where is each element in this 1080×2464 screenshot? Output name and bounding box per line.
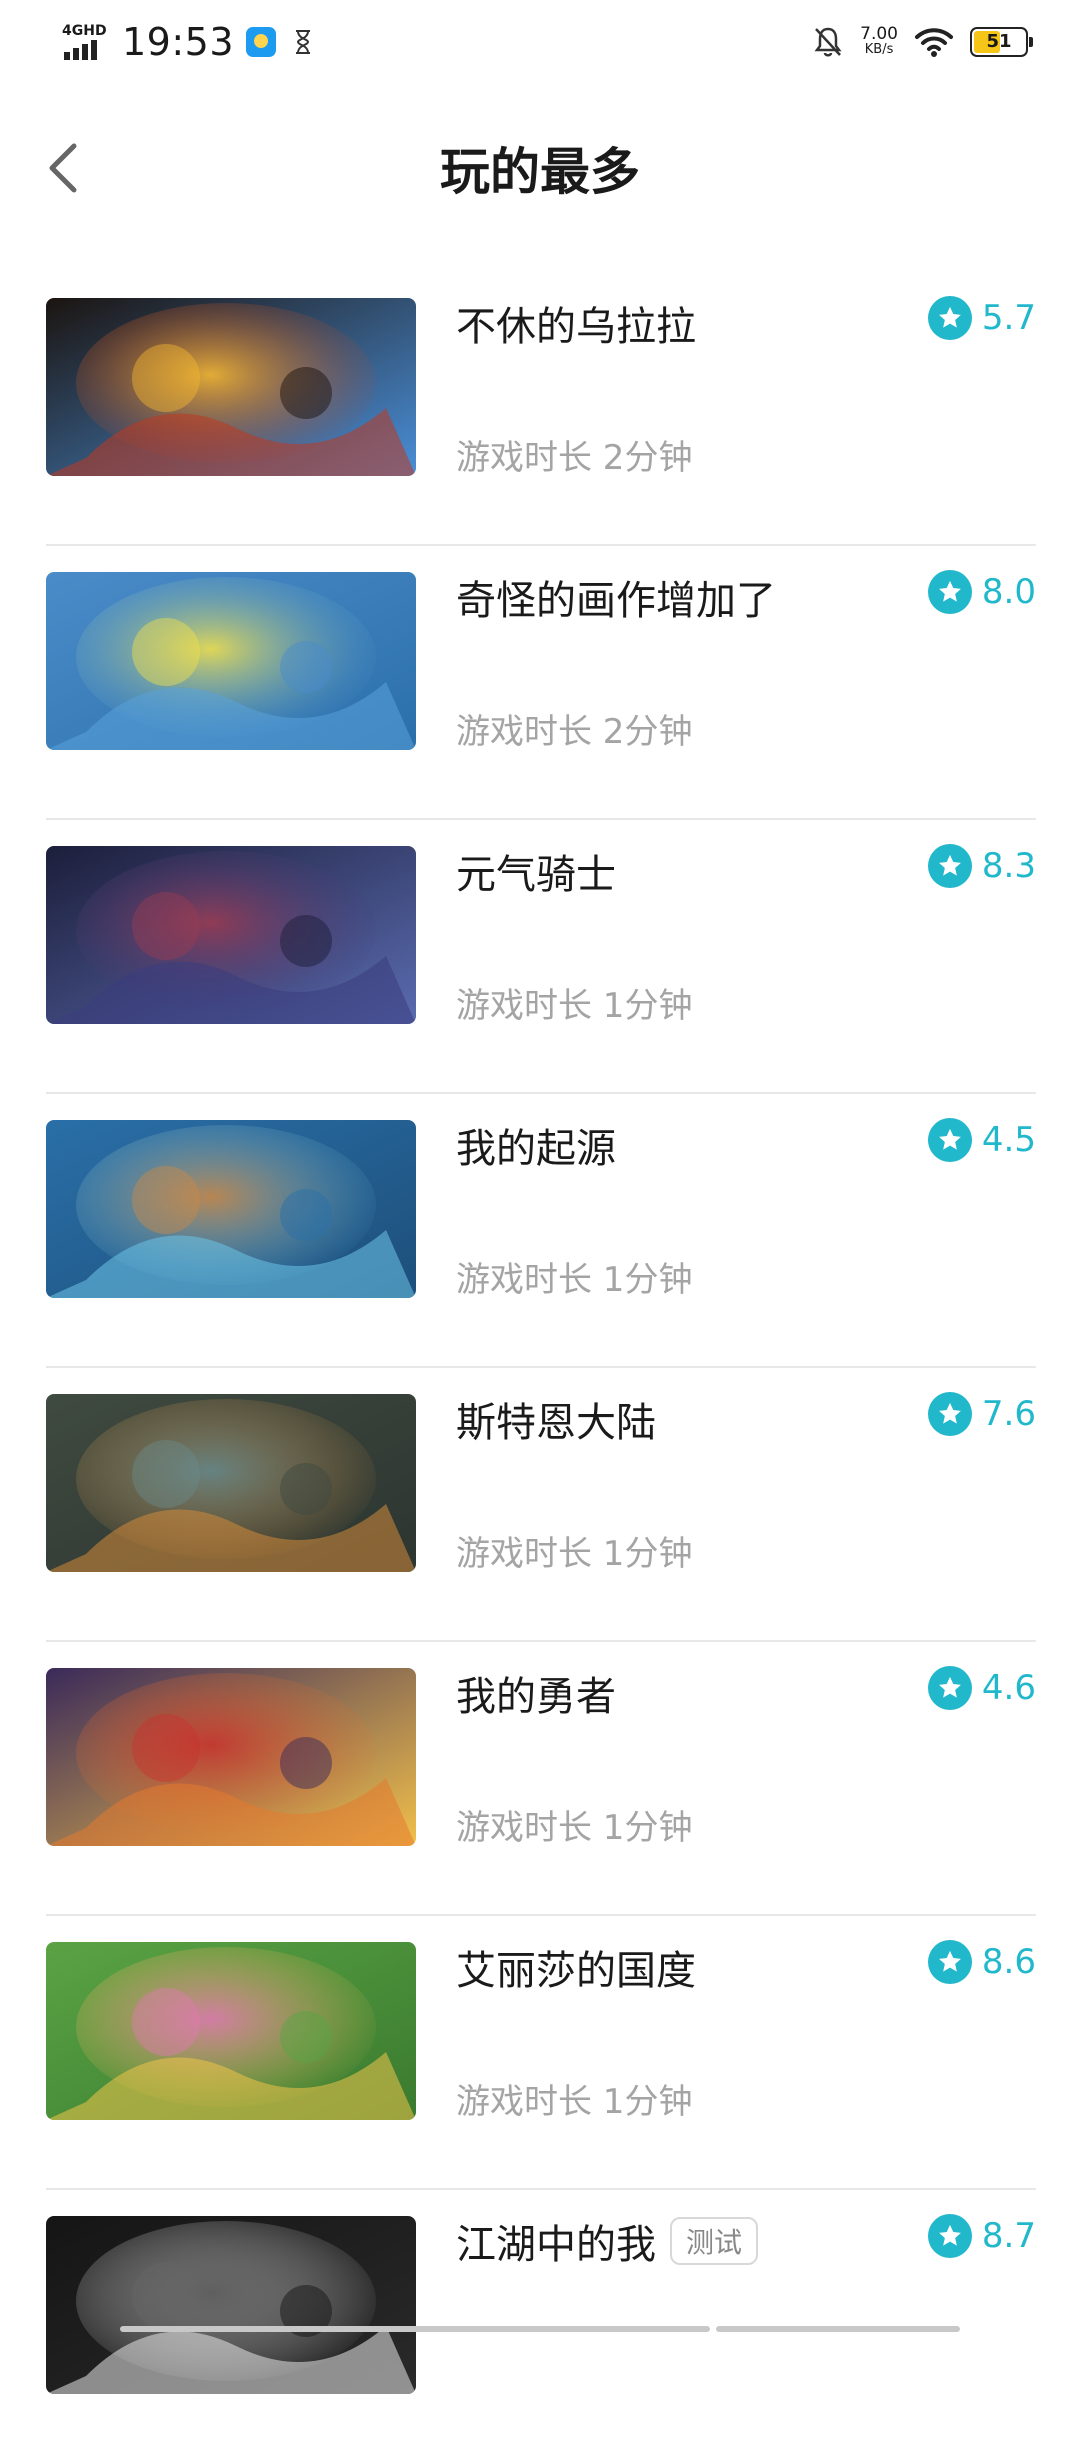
game-thumbnail[interactable] — [46, 2216, 416, 2394]
game-name: 斯特恩大陆 — [456, 1400, 656, 1446]
rating-score: 4.5 — [981, 1120, 1036, 1160]
rating-score: 8.3 — [981, 846, 1036, 886]
play-duration: 游戏时长 2分钟 — [456, 438, 693, 478]
status-right: 7.00 KB/s 51 — [812, 20, 1033, 64]
list-item[interactable]: 元气骑士 8.3 游戏时长 1分钟 — [0, 820, 1080, 1094]
game-thumbnail[interactable] — [46, 1394, 416, 1572]
clock: 19:53 — [122, 20, 235, 64]
star-icon — [927, 570, 972, 614]
bell-muted-icon — [814, 27, 842, 57]
star-icon — [927, 1118, 972, 1162]
speed-unit: KB/s — [864, 42, 894, 57]
name-row: 斯特恩大陆 — [456, 1390, 656, 1448]
game-name: 元气骑士 — [456, 852, 616, 898]
rating-score: 8.7 — [981, 2216, 1036, 2256]
rating: 8.3 — [927, 844, 1036, 888]
rating-score: 8.0 — [981, 572, 1036, 612]
game-thumbnail[interactable] — [46, 1668, 416, 1846]
play-duration: 游戏时长 1分钟 — [456, 1534, 693, 1574]
list-item[interactable]: 不休的乌拉拉 5.7 游戏时长 2分钟 — [0, 272, 1080, 546]
rating-score: 4.6 — [981, 1668, 1036, 1708]
name-row: 不休的乌拉拉 — [456, 294, 696, 352]
signal-icon: 4GHD — [60, 22, 112, 62]
list-item[interactable]: 我的起源 4.5 游戏时长 1分钟 — [0, 1094, 1080, 1368]
star-icon — [927, 1940, 972, 1984]
status-left: 4GHD 19:53 — [60, 18, 314, 66]
play-duration: 游戏时长 1分钟 — [456, 1260, 693, 1300]
star-icon — [927, 1666, 972, 1710]
name-row: 我的勇者 — [456, 1664, 616, 1722]
speed-value: 7.00 — [860, 24, 898, 44]
rating: 7.6 — [927, 1392, 1036, 1436]
play-duration: 游戏时长 1分钟 — [456, 986, 693, 1026]
game-name: 我的起源 — [456, 1126, 616, 1172]
network-speed: 7.00 KB/s — [860, 26, 898, 58]
star-icon — [927, 844, 972, 888]
battery-icon: 51 — [970, 27, 1033, 57]
app-notification-icon — [246, 27, 277, 57]
game-thumbnail[interactable] — [46, 298, 416, 476]
rating-score: 5.7 — [981, 298, 1036, 338]
name-row: 元气骑士 — [456, 842, 616, 900]
rating-score: 7.6 — [981, 1394, 1036, 1434]
play-duration: 游戏时长 1分钟 — [456, 1808, 693, 1848]
status-bar: 4GHD 19:53 7.00 KB/s 51 — [0, 0, 1080, 84]
battery-level: 51 — [986, 31, 1012, 52]
list-item[interactable]: 奇怪的画作增加了 8.0 游戏时长 2分钟 — [0, 546, 1080, 820]
rating: 8.7 — [927, 2214, 1036, 2258]
game-name: 不休的乌拉拉 — [456, 304, 696, 350]
game-thumbnail[interactable] — [46, 1120, 416, 1298]
name-row: 艾丽莎的国度 — [456, 1938, 696, 1996]
game-thumbnail[interactable] — [46, 846, 416, 1024]
star-icon — [927, 296, 972, 340]
rating: 4.5 — [927, 1118, 1036, 1162]
header: 玩的最多 — [0, 110, 1080, 226]
game-name: 奇怪的画作增加了 — [456, 578, 776, 624]
rating: 5.7 — [927, 296, 1036, 340]
game-name: 我的勇者 — [456, 1674, 616, 1720]
scroll-indicator — [120, 2326, 960, 2334]
game-name: 艾丽莎的国度 — [456, 1948, 696, 1994]
wifi-icon — [915, 28, 953, 57]
game-list: 不休的乌拉拉 5.7 游戏时长 2分钟 奇怪的画作增加了 8.0 游戏时长 2分… — [0, 272, 1080, 2464]
game-thumbnail[interactable] — [46, 572, 416, 750]
rating: 8.6 — [927, 1940, 1036, 1984]
game-name: 江湖中的我 — [456, 2222, 656, 2268]
page-title: 玩的最多 — [440, 143, 640, 201]
rating-score: 8.6 — [981, 1942, 1036, 1982]
name-row: 我的起源 — [456, 1116, 616, 1174]
play-duration: 游戏时长 1分钟 — [456, 2082, 693, 2122]
name-row: 江湖中的我 测试 — [456, 2212, 759, 2270]
test-badge: 测试 — [670, 2217, 759, 2265]
play-duration: 游戏时长 2分钟 — [456, 712, 693, 752]
hourglass-icon — [296, 30, 311, 54]
list-item[interactable]: 艾丽莎的国度 8.6 游戏时长 1分钟 — [0, 1916, 1080, 2190]
rating: 8.0 — [927, 570, 1036, 614]
name-row: 奇怪的画作增加了 — [456, 568, 776, 626]
star-icon — [927, 2214, 972, 2258]
rating: 4.6 — [927, 1666, 1036, 1710]
game-thumbnail[interactable] — [46, 1942, 416, 2120]
network-type: 4GHD — [62, 23, 107, 39]
list-item[interactable]: 我的勇者 4.6 游戏时长 1分钟 — [0, 1642, 1080, 1916]
list-item[interactable]: 斯特恩大陆 7.6 游戏时长 1分钟 — [0, 1368, 1080, 1642]
star-icon — [927, 1392, 972, 1436]
